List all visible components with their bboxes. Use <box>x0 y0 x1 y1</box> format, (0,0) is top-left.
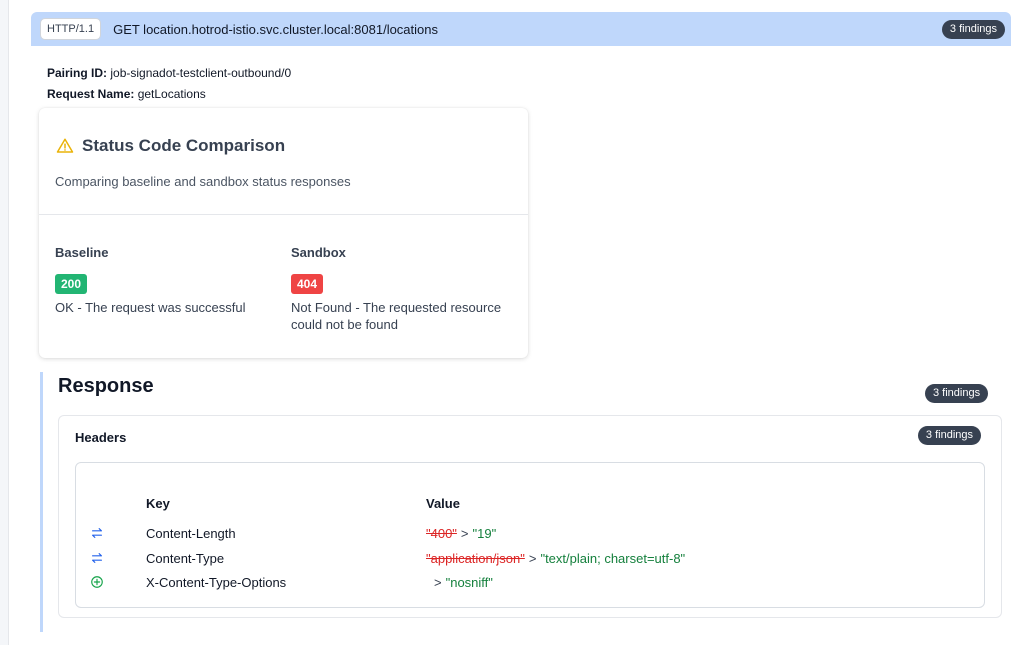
card-title: Status Code Comparison <box>56 136 285 156</box>
table-row: X-Content-Type-Options > "nosniff" <box>76 575 984 593</box>
request-header-bar[interactable]: HTTP/1.1 GET location.hotrod-istio.svc.c… <box>31 12 1011 46</box>
response-findings-badge: 3 findings <box>925 384 989 403</box>
old-value: "application/json" <box>426 551 525 566</box>
sandbox-status-code: 404 <box>291 274 324 294</box>
request-findings-badge: 3 findings <box>941 20 1005 39</box>
card-subtitle: Comparing baseline and sandbox status re… <box>55 174 351 189</box>
new-value: "19" <box>472 526 497 541</box>
headers-title: Headers <box>75 430 127 445</box>
sandbox-label: Sandbox <box>291 245 346 260</box>
change-arrow: > <box>460 526 469 541</box>
card-divider <box>39 214 528 215</box>
swap-icon <box>92 528 102 538</box>
header-value-diff: "application/json" > "text/plain; charset=… <box>426 551 685 566</box>
response-section-accent <box>40 372 43 632</box>
change-arrow: > <box>434 575 442 590</box>
column-header-key: Key <box>146 496 170 511</box>
request-line: GET location.hotrod-istio.svc.cluster.lo… <box>113 21 439 37</box>
card-title-text: Status Code Comparison <box>82 136 286 155</box>
header-key: Content-Length <box>146 526 236 541</box>
pairing-id-label: Pairing ID: <box>47 66 108 80</box>
warning-icon <box>56 138 74 153</box>
headers-findings-badge: 3 findings <box>917 426 981 445</box>
column-header-value: Value <box>426 496 460 511</box>
header-value-diff: > "nosniff" <box>430 575 493 590</box>
response-title: Response <box>58 375 154 397</box>
headers-diff-table: Key Value Content-Length "400" > "19" Cont… <box>75 462 985 608</box>
protocol-badge: HTTP/1.1 <box>40 18 102 40</box>
request-name: Request Name: getLocations <box>47 87 206 101</box>
new-value: "text/plain; charset=utf-8" <box>540 551 686 566</box>
sandbox-description: Not Found - The requested resource could… <box>291 300 502 332</box>
swap-icon <box>92 553 102 563</box>
baseline-status-code: 200 <box>55 274 88 294</box>
header-value-diff: "400" > "19" <box>426 526 496 541</box>
baseline-description: OK - The request was successful <box>55 300 246 315</box>
request-name-value: getLocations <box>137 87 206 101</box>
table-row: Content-Type "application/json" > "text/pl… <box>76 551 984 569</box>
sandbox-column: Sandbox 404 Not Found - The requested re… <box>291 245 516 333</box>
request-name-label: Request Name: <box>47 87 135 101</box>
pairing-id-value: job-signadot-testclient-outbound/0 <box>110 66 292 80</box>
change-arrow: > <box>528 551 537 566</box>
header-key: X-Content-Type-Options <box>146 575 287 590</box>
old-value: "400" <box>426 526 457 541</box>
header-key: Content-Type <box>146 551 225 566</box>
new-value: "nosniff" <box>445 575 493 590</box>
table-row: Content-Length "400" > "19" <box>76 526 984 544</box>
baseline-label: Baseline <box>55 245 109 260</box>
status-code-comparison-card: Status Code Comparison Comparing baselin… <box>39 108 528 358</box>
add-circle-icon <box>91 576 103 588</box>
diff-panel: HTTP/1.1 GET location.hotrod-istio.svc.c… <box>8 0 1024 645</box>
pairing-id: Pairing ID: job-signadot-testclient-outb… <box>47 66 291 80</box>
headers-section[interactable]: Headers 3 findings Key Value Content-Len… <box>58 415 1002 618</box>
baseline-column: Baseline 200 OK - The request was succes… <box>55 245 280 316</box>
